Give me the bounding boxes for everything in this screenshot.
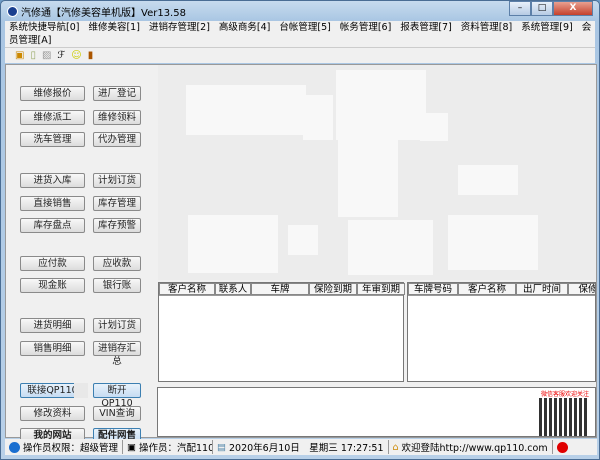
menu-bar: 系统快捷导航[0] 维修美容[1] 进销存管理[2] 高级商务[4] 台帐管理[5] 帐务… [5, 21, 595, 59]
menu-item[interactable]: 台帐管理[5] [279, 22, 330, 33]
menu-item[interactable]: 帐务管理[6] [340, 22, 391, 33]
shortcut-button[interactable]: 洗车管理 [20, 132, 85, 147]
menu-item[interactable]: 系统管理[9] [521, 22, 572, 33]
app-logo-icon [7, 5, 18, 17]
shortcut-button[interactable]: 应付款 [20, 256, 85, 271]
column-header[interactable]: 车牌 [251, 283, 309, 295]
shortcut-button[interactable]: 维修领料 [93, 110, 141, 125]
column-header[interactable]: 保修 [568, 283, 595, 295]
title-bar: 汽修通【汽修美容单机版】Ver13.58 [7, 3, 186, 19]
shortcut-button[interactable]: 进货入库 [20, 173, 85, 188]
column-header[interactable]: 年审到期 [357, 283, 405, 295]
menu-item[interactable]: 进销存管理[2] [149, 22, 210, 33]
qr-caption: 微信客服欢迎关注 [540, 391, 589, 398]
shortcut-button[interactable]: 进厂登记 [93, 86, 141, 101]
window-title: 汽修通【汽修美容单机版】Ver13.58 [21, 7, 186, 19]
shortcut-button[interactable]: 维修报价 [20, 86, 85, 101]
shortcut-button[interactable]: 修改资料 [20, 406, 85, 421]
package-icon[interactable]: ▣ [15, 50, 24, 61]
menu-item[interactable]: 维修美容[1] [88, 22, 139, 33]
shortcut-button[interactable]: 应收款 [93, 256, 141, 271]
exit-door-icon[interactable]: ▮ [88, 50, 94, 61]
menu-item[interactable]: 报表管理[7] [400, 22, 451, 33]
menu-item[interactable]: 系统快捷导航[0] [9, 22, 79, 33]
column-header[interactable]: 保险到期 [309, 283, 357, 295]
shortcut-button[interactable]: 计划订货 [93, 318, 141, 333]
status-bar: 操作员权限：超级管理 ▣ 操作员：汽配110 ▤ 2020年6月10日 星期三 17… [5, 439, 597, 455]
column-header[interactable]: 联系人 [215, 283, 251, 295]
shortcut-button[interactable]: 进销存汇总 [93, 341, 141, 367]
calendar-icon: ▤ [217, 441, 226, 453]
wechat-qr-code [539, 398, 587, 436]
background-panel [158, 65, 596, 280]
shortcut-button[interactable]: 进货明细 [20, 318, 85, 333]
shortcut-button[interactable]: 直接销售 [20, 196, 85, 211]
status-operator: 操作员：汽配110 [139, 443, 214, 454]
info-icon [9, 441, 20, 453]
close-button[interactable]: X [553, 1, 593, 16]
column-header[interactable]: 车牌号码 [408, 283, 458, 295]
column-header[interactable]: 出厂时间 [516, 283, 568, 295]
shortcut-button[interactable]: 银行账 [93, 278, 141, 293]
status-indicator-icon [556, 441, 568, 453]
status-permission: 操作员权限：超级管理 [23, 443, 119, 454]
connection-indicator [74, 383, 88, 398]
main-area: 维修报价 进厂登记 维修派工 维修领料 洗车管理 代办管理 进货入库 计划订货 直接销售 库存管理… [5, 64, 597, 443]
shortcut-button[interactable]: 现金账 [20, 278, 85, 293]
edit-icon[interactable]: ▨ [42, 50, 51, 61]
menu-item[interactable]: 资料管理[8] [461, 22, 512, 33]
tool-icon[interactable]: ℱ [57, 50, 65, 61]
message-area: 微信客服欢迎关注 [157, 387, 596, 437]
status-datetime: 2020年6月10日 星期三 17:27:51 [229, 443, 384, 454]
shortcut-button[interactable]: 代办管理 [93, 132, 141, 147]
column-header[interactable]: 客户名称 [458, 283, 516, 295]
shortcut-button[interactable]: 销售明细 [20, 341, 85, 356]
app-window: 汽修通【汽修美容单机版】Ver13.58 – □ X 系统快捷导航[0] 维修美容… [0, 0, 600, 460]
customer-table: 客户名称 联系人 车牌 保险到期 年审到期 [158, 282, 405, 382]
maximize-button[interactable]: □ [531, 1, 553, 16]
document-icon[interactable]: ▯ [30, 50, 36, 61]
shortcut-button[interactable]: 库存预警 [93, 218, 141, 233]
operator-icon: ▣ [127, 441, 136, 453]
column-header[interactable]: 客户名称 [159, 283, 215, 295]
home-icon: ⌂ [392, 441, 399, 453]
shortcut-button[interactable]: VIN查询 [93, 406, 141, 421]
shortcut-button[interactable]: 计划订货 [93, 173, 141, 188]
vehicle-table: 车牌号码 客户名称 出厂时间 保修 [407, 282, 596, 382]
shortcut-button[interactable]: 库存管理 [93, 196, 141, 211]
shortcut-button[interactable]: 断开QP110 [93, 383, 141, 409]
minimize-button[interactable]: – [509, 1, 531, 16]
menu-item[interactable]: 高级商务[4] [219, 22, 270, 33]
shortcut-panel: 维修报价 进厂登记 维修派工 维修领料 洗车管理 代办管理 进货入库 计划订货 直接销售 库存管理… [12, 65, 158, 443]
shortcut-button[interactable]: 库存盘点 [20, 218, 85, 233]
smiley-icon[interactable]: ☺ [71, 50, 81, 61]
toolbar: ▣ ▯ ▨ ℱ ☺ ▮ [5, 47, 595, 63]
status-welcome: 欢迎登陆http://www.qp110.com [401, 443, 548, 454]
shortcut-button[interactable]: 维修派工 [20, 110, 85, 125]
